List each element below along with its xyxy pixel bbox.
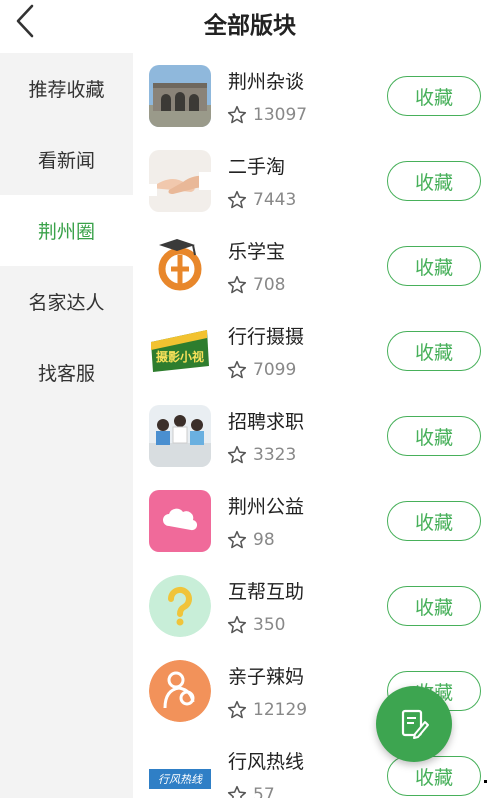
board-thumbnail: 摄影小视 [149,320,211,382]
sidebar-item-jingzhou-circle[interactable]: 荆州圈 [0,195,133,266]
board-name: 互帮互助 [228,581,305,603]
board-count: 708 [253,275,286,295]
star-icon [227,615,247,634]
sidebar-item-customer-service[interactable]: 找客服 [0,337,133,408]
page-title: 全部版块 [204,13,296,39]
scroll-indicator-dot [484,780,487,783]
star-icon [227,360,247,379]
header: 全部版块 [0,0,500,50]
favorite-button[interactable]: 收藏 [387,501,481,541]
board-row[interactable]: 荆州杂谈 13097 收藏 [133,53,500,138]
favorite-button[interactable]: 收藏 [387,76,481,116]
star-icon [227,785,247,798]
board-thumbnail [149,65,211,127]
board-thumbnail [149,660,211,722]
star-icon [227,530,247,549]
board-thumbnail: 行风热线 [149,745,211,798]
board-row[interactable]: 摄影小视 行行摄摄 7099 收藏 [133,308,500,393]
board-row[interactable]: 乐学宝 708 收藏 [133,223,500,308]
board-row[interactable]: 荆州公益 98 收藏 [133,478,500,563]
board-row[interactable]: 互帮互助 350 收藏 [133,563,500,648]
favorite-button[interactable]: 收藏 [387,416,481,456]
star-icon [227,700,247,719]
favorite-button[interactable]: 收藏 [387,331,481,371]
board-name: 乐学宝 [228,241,286,263]
hotline-banner-text: 行风热线 [158,773,203,786]
star-icon [227,105,247,124]
edit-note-icon [401,709,429,739]
board-thumbnail [149,405,211,467]
board-count: 12129 [253,700,308,720]
board-name: 行风热线 [228,751,305,773]
sidebar-item-experts[interactable]: 名家达人 [0,266,133,337]
sidebar: 推荐收藏 看新闻 荆州圈 名家达人 找客服 [0,53,133,798]
board-row[interactable]: 招聘求职 3323 收藏 [133,393,500,478]
board-row[interactable]: 二手淘 7443 收藏 [133,138,500,223]
board-name: 亲子辣妈 [228,666,305,688]
board-count: 57 [253,785,275,798]
board-count: 7443 [253,190,297,210]
photo-logo-text: 摄影小视 [156,349,204,364]
favorite-button[interactable]: 收藏 [387,756,481,796]
board-name: 荆州公益 [228,496,305,518]
star-icon [227,445,247,464]
board-count: 3323 [253,445,297,465]
board-name: 荆州杂谈 [228,71,305,93]
board-count: 98 [253,530,275,550]
favorite-button[interactable]: 收藏 [387,246,481,286]
board-name: 行行摄摄 [228,326,305,348]
favorite-button[interactable]: 收藏 [387,586,481,626]
board-thumbnail [149,150,211,212]
star-icon [227,275,247,294]
sidebar-item-news[interactable]: 看新闻 [0,124,133,195]
board-count: 350 [253,615,286,635]
board-thumbnail [149,490,211,552]
board-thumbnail [149,575,211,637]
star-icon [227,190,247,209]
favorite-button[interactable]: 收藏 [387,161,481,201]
board-count: 7099 [253,360,297,380]
board-list: 荆州杂谈 13097 收藏 二手淘 7443 收藏 乐学宝 708 收藏 摄影小… [133,53,500,798]
sidebar-item-recommended-favorites[interactable]: 推荐收藏 [0,53,133,124]
compose-fab-button[interactable] [376,686,452,762]
board-name: 二手淘 [228,156,286,178]
board-name: 招聘求职 [228,411,305,433]
board-thumbnail [149,235,211,297]
board-count: 13097 [253,105,308,125]
